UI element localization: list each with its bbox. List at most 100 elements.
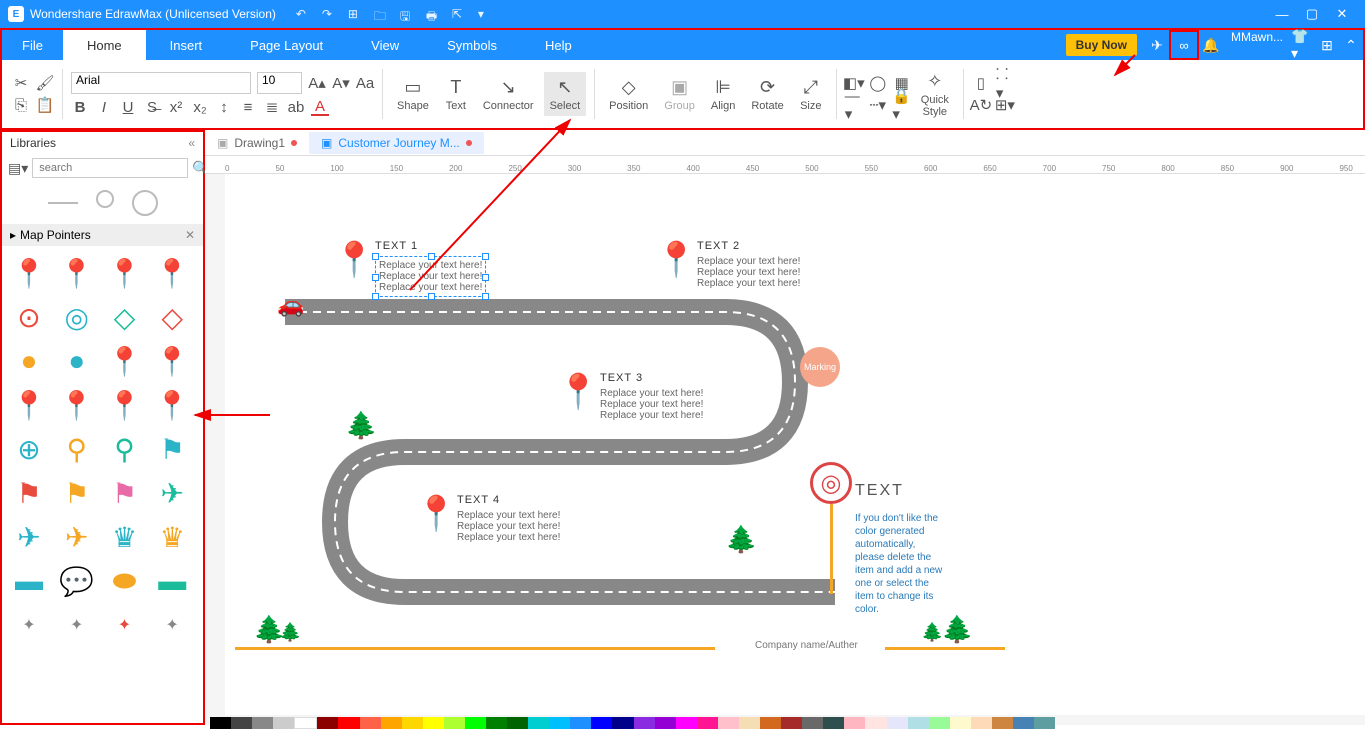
superscript-icon[interactable]: x² (167, 98, 185, 116)
menu-file[interactable]: File (2, 30, 63, 60)
map-pin[interactable]: ⚲ (106, 430, 144, 468)
share-icon[interactable]: ∞ (1169, 30, 1199, 60)
tree-icon[interactable]: 🌲 (921, 622, 943, 643)
map-pin[interactable]: 📍 (153, 342, 191, 380)
page-size-icon[interactable]: ▯ (972, 74, 990, 92)
save-icon[interactable]: 🖫 (400, 7, 414, 21)
highlight-icon[interactable]: ab (287, 98, 305, 116)
marker-4[interactable]: 📍 (415, 494, 457, 534)
copy-icon[interactable]: ⎘ (12, 96, 30, 114)
flag-icon[interactable]: ⚑ (10, 474, 48, 512)
map-pin[interactable]: 📍 (153, 386, 191, 424)
line-style-icon[interactable]: —▾ (845, 96, 863, 114)
open-icon[interactable]: 🗀 (374, 7, 388, 21)
shape-tool[interactable]: ▭Shape (391, 72, 435, 116)
map-pin[interactable]: ● (58, 342, 96, 380)
doc-tab-1[interactable]: ▣Drawing1 (205, 132, 309, 154)
map-pin[interactable]: 📍 (58, 386, 96, 424)
paste-icon[interactable]: 📋 (36, 96, 54, 114)
plane-icon[interactable]: ✈ (153, 474, 191, 512)
text-block-4[interactable]: TEXT 4 Replace your text here!Replace yo… (457, 494, 560, 543)
marker-3[interactable]: 📍 (557, 372, 599, 412)
cut-icon[interactable]: ✂ (12, 74, 30, 92)
crop-icon[interactable]: ⸬▾ (996, 74, 1014, 92)
print-icon[interactable]: 🖶 (426, 7, 440, 21)
map-pin[interactable]: 📍 (106, 254, 144, 292)
ellipse-icon[interactable]: ⬬ (106, 562, 144, 600)
redo-icon[interactable]: ↷ (322, 7, 336, 21)
compass-icon[interactable]: ✦ (106, 606, 144, 644)
font-color-icon[interactable]: A (311, 98, 329, 116)
grid-icon[interactable]: ⊞ (1315, 30, 1339, 60)
undo-icon[interactable]: ↶ (296, 7, 310, 21)
dash-icon[interactable]: ┄▾ (869, 96, 887, 114)
minimize-button[interactable]: — (1267, 7, 1297, 22)
text-block-1[interactable]: TEXT 1 Replace your text here! Replace y… (375, 240, 486, 297)
map-pin[interactable]: 📍 (58, 254, 96, 292)
shirt-icon[interactable]: 👕▾ (1291, 30, 1315, 60)
flag-icon[interactable]: ⚑ (153, 430, 191, 468)
collapse-libraries-icon[interactable]: « (188, 136, 195, 150)
bell-icon[interactable]: 🔔 (1199, 30, 1223, 60)
text-tool[interactable]: TText (439, 72, 473, 116)
map-pin[interactable]: ⚲ (58, 430, 96, 468)
menu-help[interactable]: Help (521, 30, 596, 60)
canvas[interactable]: 🚗 📍 TEXT 1 Replace your text here! Repla… (225, 174, 1365, 715)
circle-shape[interactable] (132, 190, 158, 216)
map-pin[interactable]: ● (10, 342, 48, 380)
menu-home[interactable]: Home (63, 30, 146, 60)
new-icon[interactable]: ⊞ (348, 7, 362, 21)
size-tool[interactable]: ⤢Size (794, 72, 828, 116)
compass-icon[interactable]: ✦ (58, 606, 96, 644)
plane-icon[interactable]: ✈ (58, 518, 96, 556)
dropdown-icon[interactable]: ▾ (478, 7, 492, 21)
map-pin[interactable]: 📍 (10, 386, 48, 424)
user-label[interactable]: MMawn... (1223, 30, 1291, 60)
map-pin[interactable]: ◇ (106, 298, 144, 336)
send-icon[interactable]: ✈ (1145, 30, 1169, 60)
line-icon[interactable]: ◯ (869, 74, 887, 92)
flag-icon[interactable]: ⚑ (106, 474, 144, 512)
spacing-icon[interactable]: ↕ (215, 98, 233, 116)
side-text-body[interactable]: If you don't like the color generated au… (855, 512, 945, 616)
layers-icon[interactable]: ⊞▾ (996, 96, 1014, 114)
tree-icon[interactable]: 🌲 (279, 622, 301, 643)
rect-icon[interactable]: ▬ (153, 562, 191, 600)
lock-icon[interactable]: 🔒▾ (893, 96, 911, 114)
close-button[interactable]: ✕ (1327, 6, 1357, 22)
text-block-3[interactable]: TEXT 3 Replace your text here!Replace yo… (600, 372, 703, 421)
shrink-font-icon[interactable]: A▾ (332, 74, 350, 92)
strike-icon[interactable]: S̶ (143, 98, 161, 116)
menu-symbols[interactable]: Symbols (423, 30, 521, 60)
underline-icon[interactable]: U (119, 98, 137, 116)
chess-icon[interactable]: ♛ (106, 518, 144, 556)
group-tool[interactable]: ▣Group (658, 72, 701, 116)
marker-2[interactable]: 📍 (655, 240, 697, 280)
library-search-input[interactable] (32, 158, 188, 178)
car-icon[interactable]: 🚗 (277, 292, 304, 318)
collapse-ribbon-icon[interactable]: ⌃ (1339, 30, 1363, 60)
tree-icon[interactable]: 🌲 (725, 524, 757, 555)
chess-icon[interactable]: ♛ (153, 518, 191, 556)
export-icon[interactable]: ⇱ (452, 7, 466, 21)
tree-icon[interactable]: 🌲 (941, 614, 973, 645)
marking-balloon[interactable]: Marking (800, 347, 840, 387)
find-icon[interactable]: A↻ (972, 96, 990, 114)
menu-insert[interactable]: Insert (146, 30, 227, 60)
format-painter-icon[interactable]: 🖌 (36, 74, 54, 92)
bold-icon[interactable]: B (71, 98, 89, 116)
menu-page-layout[interactable]: Page Layout (226, 30, 347, 60)
library-category-header[interactable]: ▸Map Pointers ✕ (2, 224, 203, 246)
quick-style[interactable]: ✧QuickStyle (915, 66, 955, 122)
flag-icon[interactable]: ⚑ (58, 474, 96, 512)
select-tool[interactable]: ↖Select (544, 72, 587, 116)
map-pin[interactable]: 📍 (106, 342, 144, 380)
subscript-icon[interactable]: x₂ (191, 98, 209, 116)
buy-now-button[interactable]: Buy Now (1066, 34, 1137, 56)
map-pin[interactable]: ◇ (153, 298, 191, 336)
map-pin[interactable]: ⊕ (10, 430, 48, 468)
small-circle-shape[interactable] (96, 190, 114, 208)
rotate-tool[interactable]: ⟳Rotate (745, 72, 789, 116)
doc-tab-2[interactable]: ▣Customer Journey M... (309, 132, 484, 154)
align-tool[interactable]: ⊫Align (705, 72, 741, 116)
